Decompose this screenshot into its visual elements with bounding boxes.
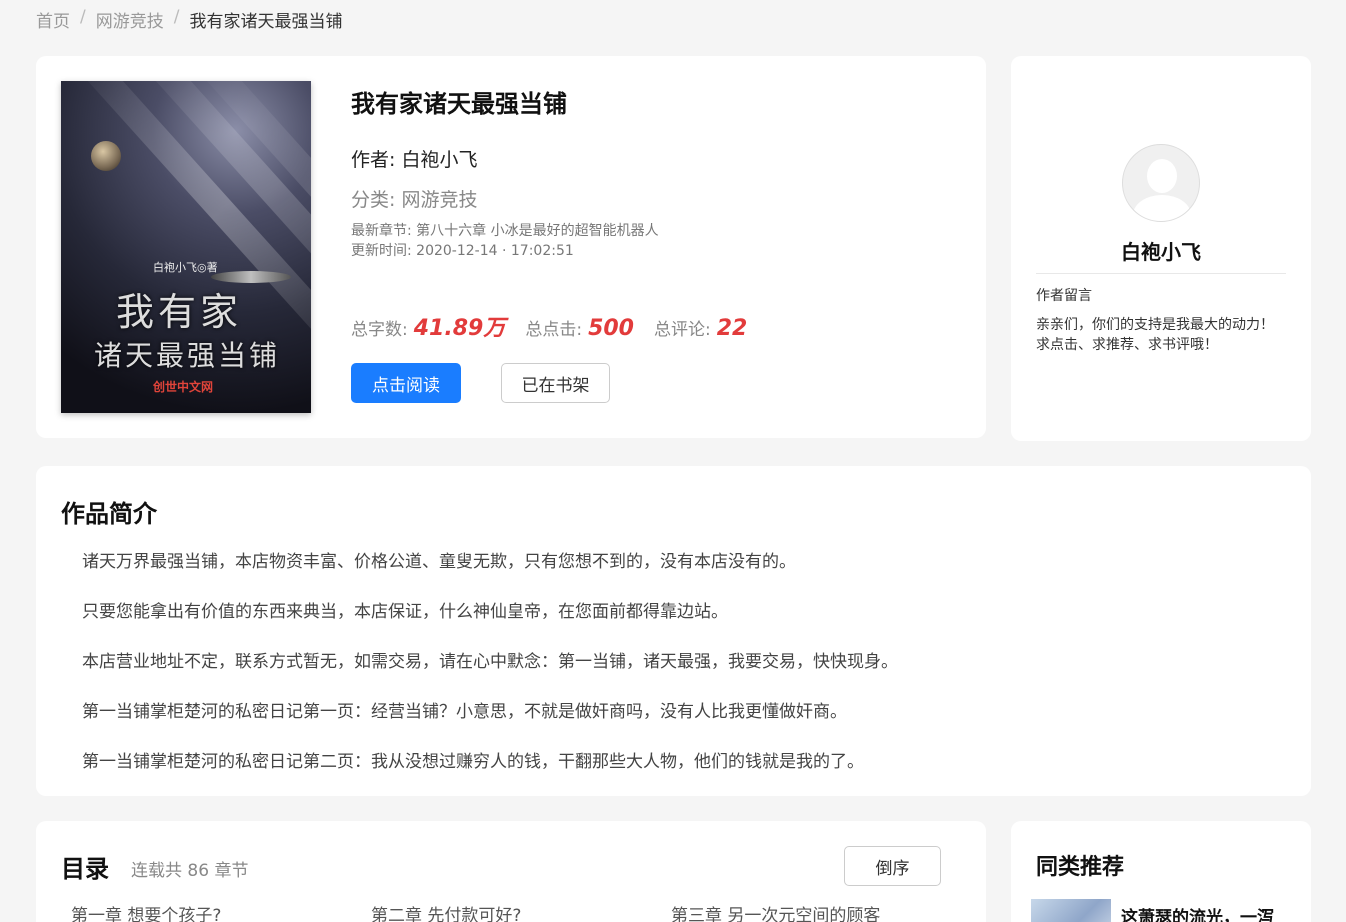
in-bookshelf-button[interactable]: 已在书架	[501, 363, 610, 403]
intro-card: 作品简介 诸天万界最强当铺，本店物资丰富、价格公道、童叟无欺，只有您想不到的，没…	[36, 466, 1311, 796]
recommend-heading: 同类推荐	[1036, 855, 1125, 880]
intro-heading: 作品简介	[61, 500, 157, 528]
recommend-book-title[interactable]: 这萧瑟的流光，一泻	[1121, 903, 1274, 922]
breadcrumb-home[interactable]: 首页	[36, 7, 70, 32]
divider	[1036, 273, 1286, 274]
cover-publisher-logo: 创世中文网	[153, 380, 214, 394]
book-title: 我有家诸天最强当铺	[351, 90, 567, 118]
cover-title-line1: 我有家	[116, 290, 243, 334]
read-button[interactable]: 点击阅读	[351, 363, 461, 403]
intro-paragraph: 本店营业地址不定，联系方式暂无，如需交易，请在心中默念：第一当铺，诸天最强，我要…	[82, 652, 898, 672]
word-count-label: 总字数:	[351, 320, 408, 340]
intro-paragraph: 第一当铺掌柜楚河的私密日记第一页：经营当铺？小意思，不就是做奸商吗，没有人比我更…	[82, 702, 847, 722]
author-note-text: 亲亲们，你们的支持是我最大的动力！求点击、求推荐、求书评哦！	[1036, 317, 1274, 353]
book-author[interactable]: 作者: 白袍小飞	[351, 145, 477, 172]
intro-paragraph: 诸天万界最强当铺，本店物资丰富、价格公道、童叟无欺，只有您想不到的，没有本店没有…	[82, 552, 796, 572]
cover-byline: 白袍小飞◎著	[153, 261, 218, 274]
table-of-contents-card: 目录 连载共 86 章节 倒序 第一章 想要个孩子? 第二章 先付款可好? 第三…	[36, 821, 986, 922]
breadcrumb-separator: /	[80, 7, 86, 27]
intro-paragraph: 第一当铺掌柜楚河的私密日记第二页：我从没想过赚穷人的钱，干翻那些大人物，他们的钱…	[82, 752, 864, 772]
comment-count-label: 总评论:	[654, 320, 711, 340]
book-category[interactable]: 分类: 网游竞技	[351, 185, 477, 212]
author-avatar[interactable]	[1122, 144, 1200, 222]
toc-heading: 目录	[61, 855, 109, 883]
author-name[interactable]: 白袍小飞	[1011, 236, 1311, 265]
chapter-link[interactable]: 第一章 想要个孩子?	[71, 901, 221, 922]
breadcrumb-current: 我有家诸天最强当铺	[189, 12, 343, 32]
click-count-label: 总点击:	[525, 320, 583, 340]
word-count-value: 41.89万	[413, 316, 506, 341]
intro-paragraph: 只要您能拿出有价值的东西来典当，本店保证，什么神仙皇帝，在您面前都得靠边站。	[82, 602, 728, 622]
planet-graphic	[91, 141, 121, 171]
recommend-thumbnail[interactable]	[1031, 899, 1111, 922]
author-note-heading: 作者留言	[1036, 288, 1092, 304]
update-time: 更新时间: 2020-12-14 · 17:02:51	[351, 243, 574, 259]
chapter-link[interactable]: 第二章 先付款可好?	[371, 901, 521, 922]
author-card: 白袍小飞 作者留言 亲亲们，你们的支持是我最大的动力！求点击、求推荐、求书评哦！	[1011, 56, 1311, 441]
comment-count-value: 22	[716, 316, 748, 341]
click-count-value: 500	[588, 316, 634, 341]
reverse-order-button[interactable]: 倒序	[844, 846, 941, 886]
breadcrumb: 首页 / 网游竞技 / 我有家诸天最强当铺	[36, 7, 342, 32]
breadcrumb-category[interactable]: 网游竞技	[96, 7, 164, 32]
latest-info: 最新章节: 第八十六章 小冰是最好的超智能机器人 更新时间: 2020-12-1…	[351, 221, 659, 261]
chapter-link[interactable]: 第三章 另一次元空间的顾客	[671, 901, 880, 922]
breadcrumb-separator: /	[173, 7, 180, 27]
chapter-count: 连载共 86 章节	[131, 861, 249, 881]
book-cover-image[interactable]: 白袍小飞◎著 我有家 诸天最强当铺 创世中文网	[61, 81, 311, 413]
latest-chapter-link[interactable]: 最新章节: 第八十六章 小冰是最好的超智能机器人	[351, 221, 659, 241]
book-info-card: 白袍小飞◎著 我有家 诸天最强当铺 创世中文网 我有家诸天最强当铺 作者: 白袍…	[36, 56, 986, 438]
recommendations-card: 同类推荐 这萧瑟的流光，一泻	[1011, 821, 1311, 922]
book-stats: 总字数: 41.89万 总点击: 500 总评论: 22	[351, 310, 767, 342]
cover-title-line2: 诸天最强当铺	[94, 339, 281, 372]
